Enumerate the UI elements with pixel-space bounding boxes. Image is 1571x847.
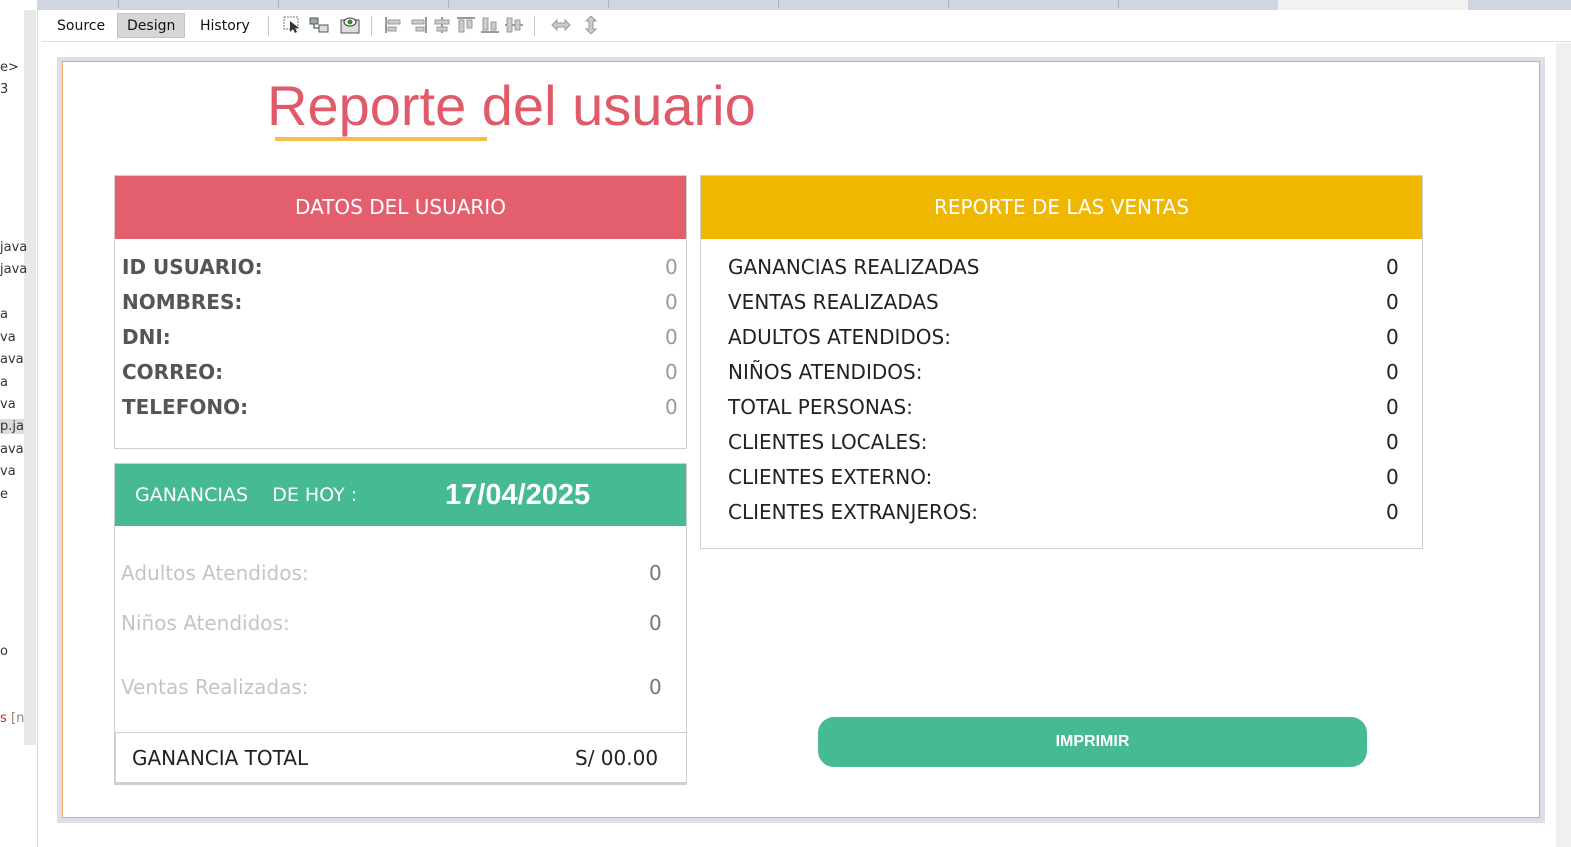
toolbar-separator	[268, 16, 269, 36]
adults-attended-label: Adultos Atendidos:	[121, 561, 309, 585]
tree-item[interactable]: a	[0, 307, 8, 322]
selection-mode-icon[interactable]	[283, 16, 303, 34]
sales-row-label: CLIENTES EXTRANJEROS:	[728, 500, 979, 524]
editor-tab[interactable]	[278, 0, 279, 8]
tree-item[interactable]: va	[0, 330, 16, 345]
user-dni-value: 0	[665, 325, 678, 349]
user-phone-value: 0	[665, 395, 678, 419]
user-data-header: DATOS DEL USUARIO	[115, 176, 686, 239]
align-left-icon[interactable]	[384, 16, 404, 34]
sales-row-value: 0	[1386, 255, 1399, 279]
page-title: Reporte del usuario	[267, 74, 756, 137]
tree-item[interactable]: va	[0, 464, 16, 479]
sales-row-value: 0	[1386, 500, 1399, 524]
editor-tab-strip	[38, 0, 1571, 10]
tree-item[interactable]: 3	[0, 82, 8, 97]
toolbar-separator	[534, 16, 535, 36]
user-email-label: CORREO:	[122, 360, 224, 384]
sales-row-label: CLIENTES EXTERNO:	[728, 465, 933, 489]
tree-item[interactable]: e>	[0, 60, 19, 75]
change-horizontal-resizability-icon[interactable]	[551, 16, 571, 34]
tree-item[interactable]: java	[0, 240, 27, 255]
sales-row-value: 0	[1386, 430, 1399, 454]
user-names-value: 0	[665, 290, 678, 314]
sales-report-header: REPORTE DE LAS VENTAS	[701, 176, 1422, 239]
preview-design-icon[interactable]	[340, 16, 360, 34]
user-names-label: NOMBRES:	[122, 290, 243, 314]
user-phone-label: TELEFONO:	[122, 395, 249, 419]
center-horizontally-icon[interactable]	[432, 16, 452, 34]
change-vertical-resizability-icon[interactable]	[581, 16, 601, 34]
sales-row-label: TOTAL PERSONAS:	[728, 395, 913, 419]
earnings-today-header: GANANCIAS DE HOY : 17/04/2025	[115, 464, 686, 526]
editor-tab[interactable]	[778, 0, 779, 8]
sales-row-label: CLIENTES LOCALES:	[728, 430, 928, 454]
designer-toolbar: Source Design History	[42, 10, 1571, 42]
center-vertically-icon[interactable]	[504, 16, 524, 34]
tree-item-selected[interactable]: p.ja	[0, 419, 24, 434]
sales-row-value: 0	[1386, 465, 1399, 489]
title-underline	[275, 137, 487, 141]
sales-row-value: 0	[1386, 325, 1399, 349]
project-tree-scrollbar[interactable]	[24, 10, 36, 745]
total-earnings-label: GANANCIA TOTAL	[132, 746, 309, 770]
user-id-label: ID USUARIO:	[122, 255, 263, 279]
design-tab-button[interactable]: Design	[117, 13, 186, 38]
total-earnings-box: GANANCIA TOTAL S/ 00.00	[115, 732, 687, 784]
editor-tab[interactable]	[118, 0, 119, 8]
canvas-vertical-scrollbar[interactable]	[1556, 43, 1571, 847]
sales-made-value: 0	[649, 675, 662, 699]
tree-item[interactable]: java	[0, 262, 27, 277]
editor-tab[interactable]	[1118, 0, 1119, 8]
toolbar-separator	[371, 16, 372, 36]
sales-row-value: 0	[1386, 360, 1399, 384]
editor-tab[interactable]	[948, 0, 949, 8]
tree-item-error[interactable]: s	[0, 711, 7, 726]
editor-tab[interactable]	[608, 0, 609, 8]
align-right-icon[interactable]	[408, 16, 428, 34]
project-tree-strip: e> 3 java java a va ava a va p.ja ava va…	[0, 0, 38, 847]
print-button[interactable]: IMPRIMIR	[818, 717, 1367, 767]
editor-tab-active[interactable]	[1278, 0, 1468, 10]
sales-row-label: GANANCIAS REALIZADAS	[728, 255, 980, 279]
tree-item[interactable]: va	[0, 397, 16, 412]
connection-mode-icon[interactable]	[309, 16, 329, 34]
user-id-value: 0	[665, 255, 678, 279]
history-tab-button[interactable]: History	[190, 13, 260, 38]
source-tab-button[interactable]: Source	[47, 13, 115, 38]
align-top-icon[interactable]	[456, 16, 476, 34]
children-attended-value: 0	[649, 611, 662, 635]
adults-attended-value: 0	[649, 561, 662, 585]
user-email-value: 0	[665, 360, 678, 384]
tree-item[interactable]: ava	[0, 442, 24, 457]
tree-item[interactable]: o	[0, 644, 8, 659]
sales-row-label: NIÑOS ATENDIDOS:	[728, 360, 923, 384]
sales-row-label: ADULTOS ATENDIDOS:	[728, 325, 951, 349]
tree-item[interactable]: e	[0, 487, 8, 502]
sales-row-label: VENTAS REALIZADAS	[728, 290, 939, 314]
sales-made-label: Ventas Realizadas:	[121, 675, 309, 699]
tree-item-suffix: [n	[11, 711, 25, 726]
editor-tab[interactable]	[448, 0, 449, 8]
sales-row-value: 0	[1386, 290, 1399, 314]
sales-row-value: 0	[1386, 395, 1399, 419]
tree-item[interactable]: ava	[0, 352, 24, 367]
user-dni-label: DNI:	[122, 325, 171, 349]
align-bottom-icon[interactable]	[480, 16, 500, 34]
earnings-date: 17/04/2025	[445, 479, 591, 511]
tree-item[interactable]: a	[0, 375, 8, 390]
children-attended-label: Niños Atendidos:	[121, 611, 290, 635]
earnings-today-label: GANANCIAS DE HOY :	[135, 484, 358, 506]
total-earnings-value: S/ 00.00	[575, 746, 659, 770]
